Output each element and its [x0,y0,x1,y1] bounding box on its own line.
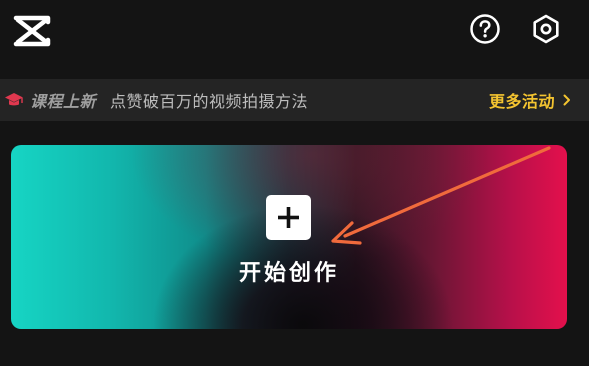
start-creating-card[interactable]: 开始创作 [11,145,567,329]
help-circle-icon [470,14,500,44]
banner-text: 点赞破百万的视频拍摄方法 [110,92,309,111]
new-project-button[interactable] [266,195,311,240]
more-activities-link[interactable]: 更多活动 [489,79,571,121]
help-button[interactable] [469,13,501,45]
settings-button[interactable] [530,13,562,45]
hexagon-gear-icon [533,14,559,44]
more-activities-label: 更多活动 [488,92,555,111]
home-screen: 课程上新 点赞破百万的视频拍摄方法 更多活动 开始创作 [0,0,589,366]
start-creating-label: 开始创作 [238,261,339,286]
chevron-right-icon [563,94,570,106]
announcement-banner[interactable]: 课程上新 点赞破百万的视频拍摄方法 更多活动 [0,79,589,121]
graduation-cap-icon [5,93,23,106]
plus-icon [278,207,299,228]
capcut-logo-icon [13,15,51,47]
banner-tag: 课程上新 [30,92,97,111]
